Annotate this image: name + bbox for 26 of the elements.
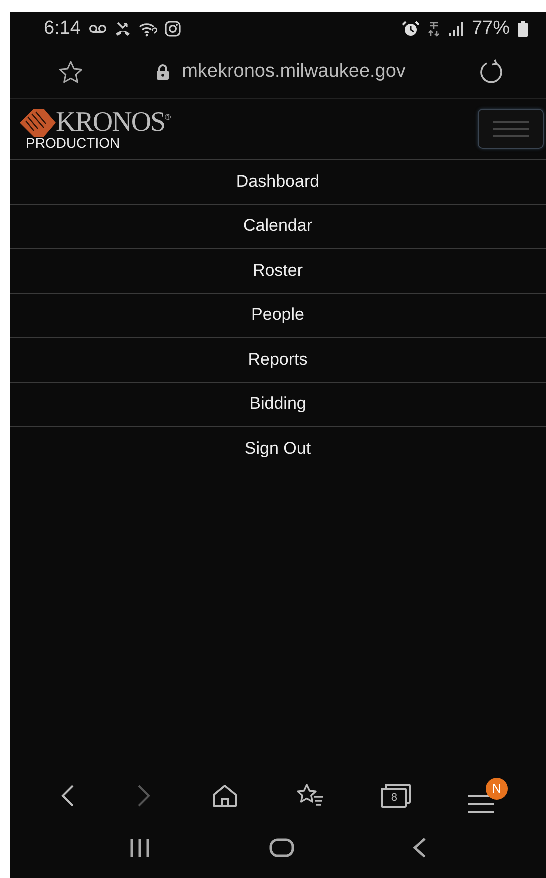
star-icon[interactable] (58, 60, 84, 84)
missed-call-icon (114, 21, 131, 37)
data-transfer-icon (428, 21, 440, 37)
lock-icon (156, 64, 170, 80)
back-icon[interactable] (412, 837, 428, 859)
signal-icon (448, 22, 464, 36)
alarm-icon (402, 21, 420, 37)
home-icon[interactable] (210, 783, 239, 809)
battery-percentage: 77% (472, 18, 510, 40)
notification-badge: N (486, 778, 508, 800)
logo-text: KRONOS (56, 107, 166, 138)
environment-label: PRODUCTION (26, 135, 122, 151)
bookmarks-icon[interactable] (295, 783, 326, 809)
home-button-icon[interactable] (268, 838, 295, 858)
camera-app-icon (164, 21, 181, 37)
url-text[interactable]: mkekronos.milwaukee.gov (182, 61, 406, 83)
menu-icon (468, 794, 494, 814)
wifi-icon (138, 21, 157, 37)
registered-mark: ® (165, 113, 172, 122)
battery-icon (518, 21, 528, 37)
clock: 6:14 (44, 18, 81, 40)
recent-apps-icon[interactable] (128, 837, 152, 859)
voicemail-icon (88, 24, 107, 34)
logo-icon (18, 107, 58, 139)
menu-icon (493, 120, 529, 138)
menu-toggle-button[interactable] (478, 109, 544, 149)
